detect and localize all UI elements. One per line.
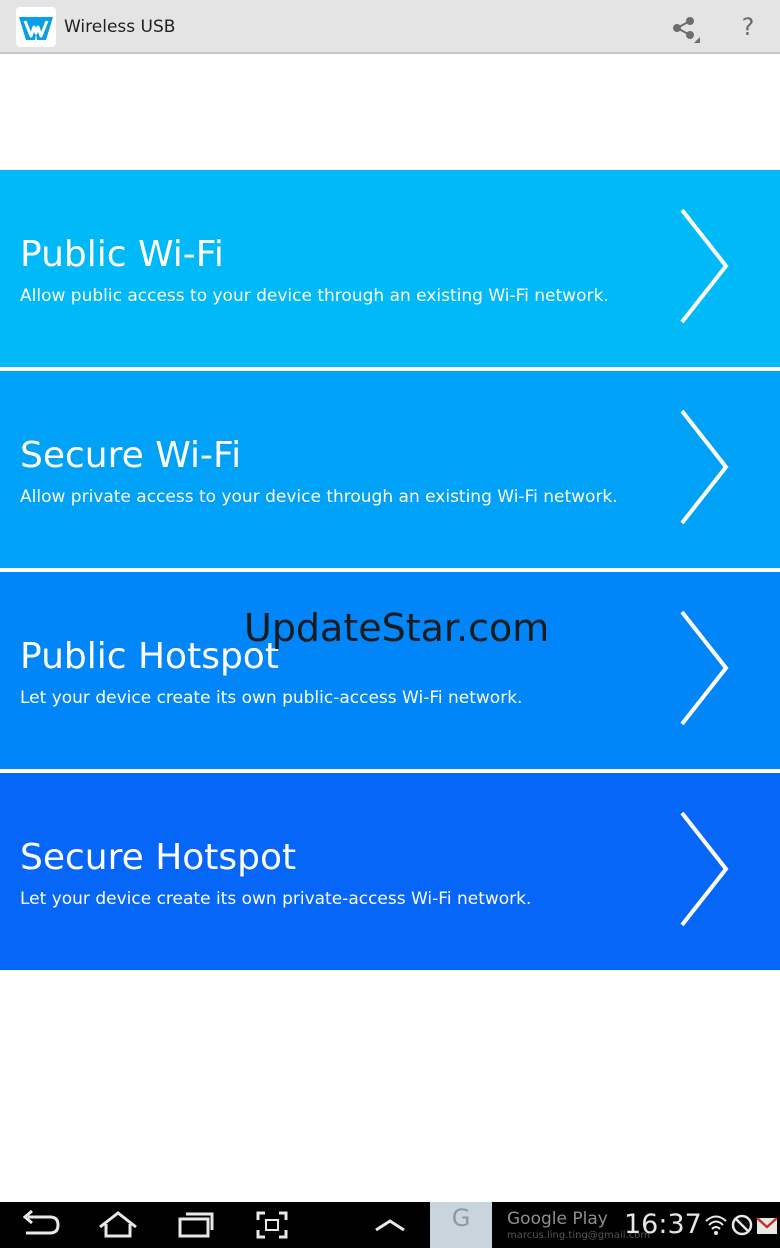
option-description: Allow private access to your device thro… [20,487,618,507]
chevron-right-icon [680,409,729,525]
option-title: Public Hotspot [20,636,279,677]
screenshot-icon[interactable] [242,1202,302,1248]
chevron-right-icon [680,208,729,324]
gmail-icon [756,1217,778,1234]
recent-apps-icon[interactable] [166,1202,226,1248]
app-logo-icon [16,7,56,47]
option-public-hotspot[interactable]: Public Hotspot Let your device create it… [0,572,780,769]
option-title: Public Wi-Fi [20,234,224,275]
option-title: Secure Wi-Fi [20,435,242,476]
option-description: Allow public access to your device throu… [20,286,609,306]
chevron-up-icon[interactable] [360,1202,420,1248]
option-title: Secure Hotspot [20,837,297,878]
clock: 16:37 [624,1209,702,1240]
do-not-disturb-icon [731,1214,753,1236]
option-secure-hotspot[interactable]: Secure Hotspot Let your device create it… [0,773,780,970]
home-icon[interactable] [88,1202,148,1248]
back-icon[interactable] [12,1202,72,1248]
option-description: Let your device create its own private-a… [20,889,532,909]
notification-google-play[interactable]: G [430,1202,492,1248]
wifi-icon [705,1215,727,1235]
chevron-right-icon [680,811,729,927]
app-title: Wireless USB [64,17,176,37]
action-bar: Wireless USB ? [0,0,780,54]
system-bar: G Google Play marcus.ling.ting@gmail.com… [0,1202,780,1248]
google-g-icon: G [451,1204,471,1232]
chevron-right-icon [680,610,729,726]
option-public-wifi[interactable]: Public Wi-Fi Allow public access to your… [0,170,780,367]
option-description: Let your device create its own public-ac… [20,688,523,708]
help-icon[interactable]: ? [732,10,764,44]
share-icon[interactable] [668,12,700,44]
notification-title: Google Play [507,1209,608,1229]
watermark: UpdateStar.com [244,606,550,650]
option-secure-wifi[interactable]: Secure Wi-Fi Allow private access to you… [0,371,780,568]
